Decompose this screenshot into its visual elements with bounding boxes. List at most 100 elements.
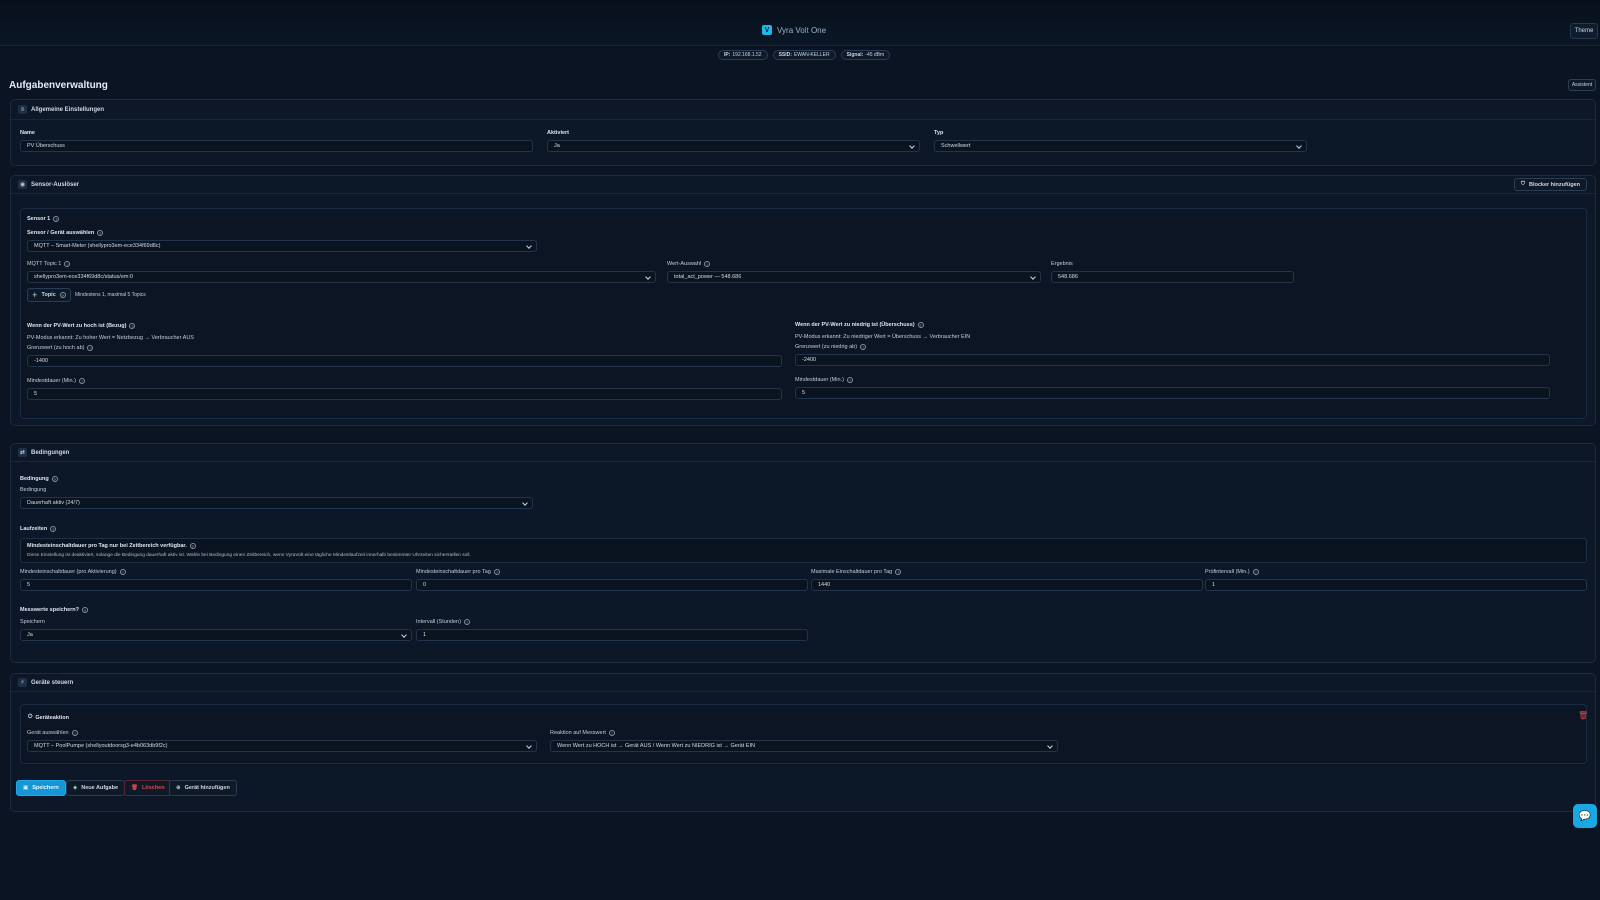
conditions-icon: ⇄ (18, 448, 27, 457)
add-blocker-button[interactable]: ⛉ Blocker hinzufügen (1513, 178, 1587, 191)
max-day-label: Maximale Einschaltdauer pro Tag? (811, 569, 902, 575)
ip-pill: IP: 192.168.1.52 (718, 50, 768, 60)
brand: V Vyra Volt One (762, 25, 826, 35)
sensor-1-panel: Sensor 1? Sensor / Gerät auswählen? MQTT… (20, 208, 1587, 419)
conditions-card: ⇄ Bedingungen Bedingung? Bedingung Dauer… (10, 443, 1596, 663)
sensor-trigger-header: ◉ Sensor-Auslöser (11, 176, 1595, 194)
help-icon: ? (608, 730, 615, 736)
high-value-title: Wenn der PV-Wert zu hoch ist (Bezug)? (27, 323, 136, 329)
help-icon: ? (50, 526, 57, 532)
store-title: Messwerte speichern?? (20, 607, 88, 613)
store-select[interactable]: Ja (20, 629, 412, 641)
help-icon: ? (493, 569, 500, 575)
high-threshold-input[interactable]: -1400 (27, 355, 782, 367)
name-input[interactable]: PV Überschuss (20, 140, 533, 152)
runtime-info-box: Mindesteinschaltdauer pro Tag nur bei Ze… (20, 538, 1587, 563)
trash-icon[interactable]: 🗑 (1578, 711, 1588, 720)
add-device-button[interactable]: ⊕ Gerät hinzufügen (169, 780, 237, 796)
help-icon: ? (53, 216, 60, 222)
ssid-pill: SSID: EWAN-KELLER (772, 50, 836, 60)
delete-button[interactable]: 🗑 Löschen (124, 780, 172, 796)
brand-name: Vyra Volt One (777, 25, 827, 35)
value-select-label: Wert-Auswahl? (667, 261, 711, 267)
page-title: Aufgabenverwaltung (9, 80, 108, 91)
condition-title: Bedingung? (20, 476, 58, 482)
min-on-label: Mindesteinschaltdauer (pro Aktivierung)? (20, 569, 126, 575)
new-task-button[interactable]: ◈ Neue Aufgabe (66, 780, 126, 796)
help-icon: ? (59, 292, 66, 298)
plug-icon: ⏻ (28, 714, 33, 720)
device-control-header: ⚡ Geräte steuern (11, 674, 1595, 692)
save-button[interactable]: ▣ Speichern (16, 780, 66, 796)
low-duration-input[interactable]: 5 (795, 387, 1550, 399)
condition-select[interactable]: Dauerhaft aktiv (24/7) (20, 497, 533, 509)
plus-circle-icon: ⊕ (176, 785, 181, 791)
help-icon: ? (463, 619, 470, 625)
help-icon: ? (78, 378, 85, 384)
low-threshold-input[interactable]: -2400 (795, 354, 1550, 366)
active-select[interactable]: Ja (547, 140, 920, 152)
device-select[interactable]: MQTT – PoolPumpe (shellyoutdoorsg3-e4b06… (27, 740, 537, 752)
name-label: Name (20, 130, 35, 136)
result-label: Ergebnis (1051, 261, 1073, 267)
check-interval-input[interactable]: 1 (1205, 579, 1587, 591)
device-control-card: ⚡ Geräte steuern ⏻ Geräteaktion 🗑 Gerät a… (10, 673, 1596, 812)
plus-icon: ＋ (32, 293, 38, 299)
general-settings-header: ≡ Allgemeine Einstellungen (11, 100, 1595, 120)
sliders-icon: ≡ (18, 105, 27, 114)
result-field: 548.686 (1051, 271, 1294, 283)
help-icon: ? (119, 569, 126, 575)
device-action-title: ⏻ Geräteaktion (28, 714, 69, 721)
sensor-trigger-card: ◉ Sensor-Auslöser ⛉ Blocker hinzufügen Se… (10, 175, 1596, 426)
conditions-header: ⇄ Bedingungen (11, 444, 1595, 462)
high-threshold-label: Grenzwert (zu hoch ab)? (27, 345, 94, 351)
reaction-select[interactable]: Wenn Wert zu HOCH ist → Gerät AUS / Wenn… (550, 740, 1058, 752)
high-duration-label: Mindestdauer (Min.)? (27, 378, 85, 384)
device-select-label: Sensor / Gerät auswählen? (27, 230, 104, 236)
help-icon: ? (64, 261, 71, 267)
help-icon: ? (917, 322, 924, 328)
interval-input[interactable]: 1 (416, 629, 808, 641)
chat-icon[interactable]: 💬 (1573, 804, 1597, 828)
min-day-label: Mindesteinschaltdauer pro Tag? (416, 569, 500, 575)
mqtt-topic-label: MQTT Topic 1? (27, 261, 71, 267)
info-title: Mindesteinschaltdauer pro Tag nur bei Ze… (27, 543, 196, 549)
help-icon: ? (860, 344, 867, 350)
store-label: Speichern (20, 619, 45, 625)
low-value-title: Wenn der PV-Wert zu niedrig ist (Übersch… (795, 322, 924, 328)
reaction-label: Reaktion auf Messwert? (550, 730, 615, 736)
min-day-input[interactable]: 0 (416, 579, 808, 591)
sensor-1-title: Sensor 1? (27, 216, 60, 222)
info-text: Diese Einstellung ist deaktiviert, solan… (27, 553, 471, 558)
type-select[interactable]: Schwellwert (934, 140, 1307, 152)
assistant-button[interactable]: Assistent (1568, 79, 1596, 91)
max-day-input[interactable]: 1440 (811, 579, 1203, 591)
condition-label: Bedingung (20, 487, 47, 493)
status-pills: IP: 192.168.1.52 SSID: EWAN-KELLER Signal:… (718, 50, 891, 60)
help-icon: ? (846, 377, 853, 383)
theme-button[interactable]: Theme (1570, 23, 1598, 39)
help-icon: ? (51, 476, 58, 482)
type-label: Typ (934, 130, 944, 136)
signal-pill: Signal: -45 dBm (840, 50, 891, 60)
add-topic-button[interactable]: ＋ Topic? (27, 288, 71, 302)
high-value-desc: PV-Modus erkannt: Zu hoher Wert = Netzbe… (27, 335, 194, 341)
sensor-device-select[interactable]: MQTT – Smart-Meter (shellypro3em-ece334f… (27, 240, 537, 252)
high-duration-input[interactable]: 5 (27, 388, 782, 400)
low-duration-label: Mindestdauer (Min.)? (795, 377, 853, 383)
interval-label: Intervall (Stunden)? (416, 619, 470, 625)
min-on-input[interactable]: 5 (20, 579, 412, 591)
top-bar: V Vyra Volt One Theme (0, 0, 1600, 46)
runtimes-title: Laufzeiten? (20, 526, 57, 532)
shield-icon: ⛉ (1520, 181, 1525, 187)
trash-icon: 🗑 (131, 785, 138, 791)
help-icon: ? (1252, 569, 1259, 575)
lightning-icon: ⚡ (18, 678, 27, 687)
help-icon: ? (129, 323, 136, 329)
value-select[interactable]: total_act_power — 548.686 (667, 271, 1041, 283)
general-settings-card: ≡ Allgemeine Einstellungen Name PV Übers… (10, 99, 1596, 166)
help-icon: ? (895, 569, 902, 575)
mqtt-topic-select[interactable]: shellypro3em-ece334f69d8c/status/em:0 (27, 271, 656, 283)
sensor-icon: ◉ (18, 180, 27, 189)
low-value-desc: PV-Modus erkannt: Zu niedriger Wert = Üb… (795, 334, 971, 340)
